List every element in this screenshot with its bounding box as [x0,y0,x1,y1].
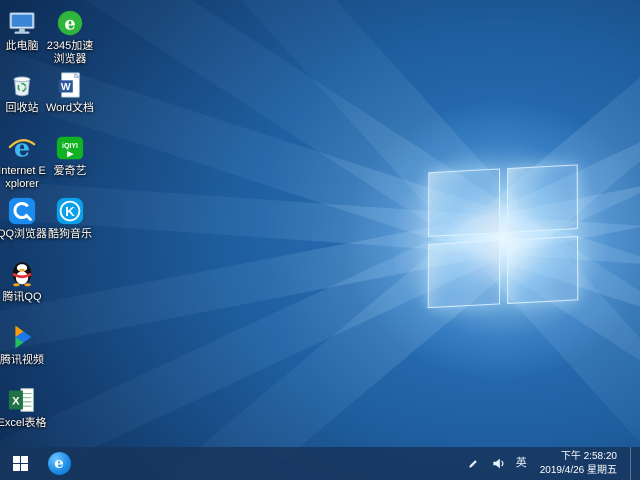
vignette [0,0,640,480]
qq-browser-icon [8,197,36,225]
icon-label: Word文档 [45,102,95,114]
icon-label: 回收站 [5,102,39,114]
svg-text:e: e [64,14,75,35]
iqiyi-icon: iQIYI [56,136,84,160]
system-tray: 英 下午 2:58:20 2019/4/26 星期五 [466,447,640,480]
icon-label: Excel表格 [0,417,47,429]
windows-desktop: 此电脑 e 2345加速浏览器 回收站 W Word文档 e Internet … [0,0,640,480]
svg-text:iQIYI: iQIYI [62,143,78,150]
svg-text:e: e [14,133,30,162]
pen-icon[interactable] [466,447,482,480]
2345-browser-icon: e [57,10,83,36]
desktop-icon-qq-browser[interactable]: QQ浏览器 [0,196,48,241]
this-pc-icon [9,12,35,34]
volume-icon[interactable] [491,447,507,480]
taskbar: e 英 下午 2:58:20 2019/4/26 星期五 [0,447,640,480]
internet-explorer-icon: e [8,133,36,162]
desktop-icon-iqiyi[interactable]: iQIYI 爱奇艺 [46,133,94,178]
taskbar-browser-button[interactable]: e [40,447,78,480]
excel-icon: X [8,388,34,412]
svg-text:X: X [12,396,20,408]
desktop-wallpaper [0,0,640,480]
recycle-bin-icon [13,76,31,97]
tencent-video-icon [15,325,32,349]
icon-label: 此电脑 [5,40,39,52]
desktop-icon-excel[interactable]: X Excel表格 [0,385,46,430]
icon-label: 2345加速浏览器 [46,40,94,65]
icon-label: 酷狗音乐 [48,228,92,240]
desktop-icon-this-pc[interactable]: 此电脑 [0,8,46,53]
windows-logo-icon [12,456,28,471]
start-button[interactable] [0,447,40,480]
kugou-music-icon: K [56,197,84,225]
qq-penguin-icon [12,262,32,287]
word-icon: W [58,71,81,98]
icon-label: QQ浏览器 [0,228,48,240]
clock-date: 2019/4/26 星期五 [539,464,617,476]
ime-indicator[interactable]: 英 [516,447,527,480]
desktop-icon-recycle-bin[interactable]: 回收站 [0,70,46,115]
desktop-icon-internet-explorer[interactable]: e Internet Explorer [0,133,46,190]
icon-label: 腾讯QQ [2,291,42,303]
desktop-icon-tencent-qq[interactable]: 腾讯QQ [0,259,46,304]
desktop-icon-2345-browser[interactable]: e 2345加速浏览器 [46,8,94,65]
desktop-icon-kugou[interactable]: K 酷狗音乐 [46,196,94,241]
clock-time: 下午 2:58:20 [560,451,617,462]
icon-label: 腾讯视频 [0,354,44,366]
browser-e-icon: e [47,452,71,475]
desktop-icon-tencent-video[interactable]: 腾讯视频 [0,322,46,367]
icon-label: Internet Explorer [0,165,46,190]
svg-text:W: W [61,82,71,93]
taskbar-clock[interactable]: 下午 2:58:20 2019/4/26 星期五 [536,450,621,477]
icon-label: 爱奇艺 [53,165,87,177]
desktop-icon-word[interactable]: W Word文档 [46,70,94,115]
svg-text:K: K [65,204,75,219]
show-desktop-button[interactable] [630,447,636,480]
